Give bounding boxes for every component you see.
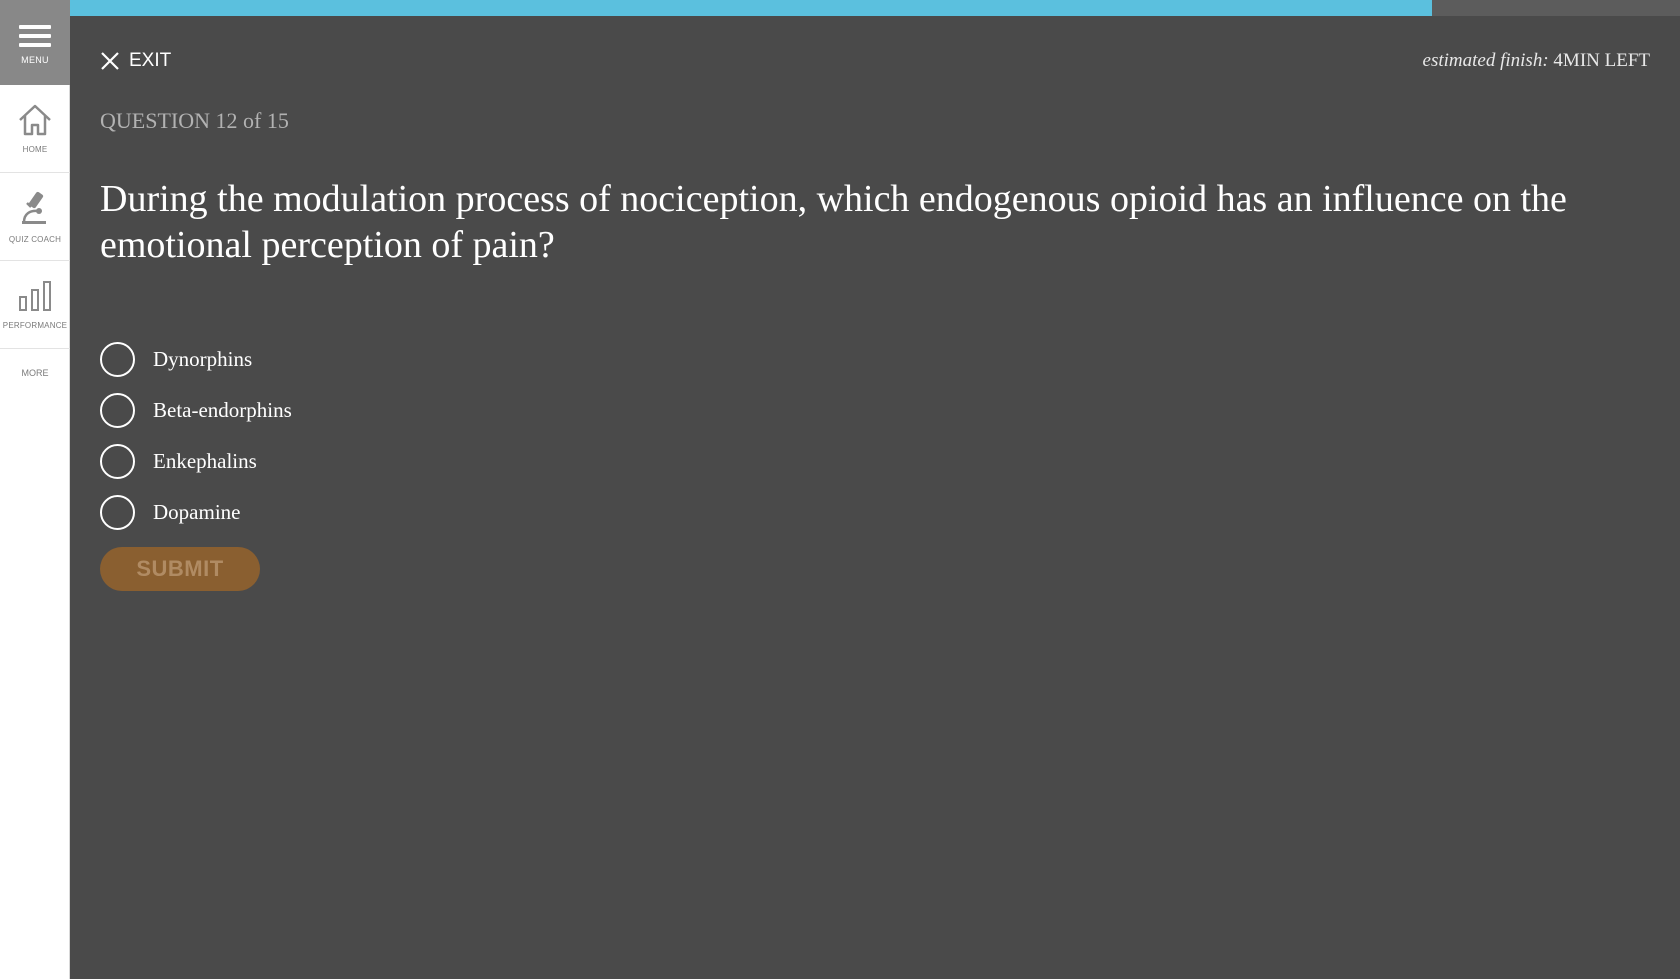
question-counter: QUESTION 12 of 15 (100, 108, 289, 133)
bar-chart-icon (19, 281, 51, 311)
sidebar-item-performance[interactable]: PERFORMANCE (0, 261, 70, 349)
radio-button[interactable] (100, 393, 135, 428)
submit-button[interactable]: SUBMIT (100, 547, 260, 591)
estimated-finish-value: 4MIN LEFT (1553, 50, 1650, 71)
sidebar-item-quiz-coach[interactable]: QUIZ COACH (0, 173, 70, 261)
sidebar-nav: MENU HOME QUIZ COACH PERFORMANCE MORE (0, 0, 70, 979)
question-text: During the modulation process of nocicep… (100, 178, 1567, 266)
answer-option[interactable]: Beta-endorphins (100, 391, 292, 430)
estimated-finish-prefix: estimated finish: (1422, 50, 1549, 71)
answer-option[interactable]: Dynorphins (100, 340, 292, 379)
menu-label: MENU (21, 55, 49, 65)
answer-option-label: Enkephalins (153, 449, 257, 473)
menu-button[interactable]: MENU (0, 0, 70, 85)
sidebar-more-link[interactable]: MORE (0, 349, 70, 397)
sidebar-item-label: PERFORMANCE (2, 321, 68, 330)
answer-options: Dynorphins Beta-endorphins Enkephalins D… (100, 340, 292, 544)
answer-option[interactable]: Dopamine (100, 493, 292, 532)
radio-button[interactable] (100, 495, 135, 530)
sidebar-item-home[interactable]: HOME (0, 85, 70, 173)
answer-option-label: Beta-endorphins (153, 398, 292, 422)
hamburger-icon (19, 20, 51, 52)
answer-option[interactable]: Enkephalins (100, 442, 292, 481)
quiz-progress-fill (70, 0, 1433, 16)
estimated-finish: estimated finish: 4MIN LEFT (1423, 50, 1650, 72)
answer-option-label: Dynorphins (153, 347, 253, 371)
home-icon (19, 104, 51, 136)
exit-label: EXIT (129, 50, 172, 71)
sidebar-item-label: HOME (22, 145, 48, 154)
microscope-icon (22, 191, 46, 224)
exit-button[interactable]: EXIT (100, 50, 171, 72)
quiz-progress-bar (70, 0, 1680, 16)
radio-button[interactable] (100, 342, 135, 377)
close-icon (101, 52, 119, 70)
answer-option-label: Dopamine (153, 500, 241, 524)
radio-button[interactable] (100, 444, 135, 479)
sidebar-item-label: QUIZ COACH (8, 235, 62, 244)
